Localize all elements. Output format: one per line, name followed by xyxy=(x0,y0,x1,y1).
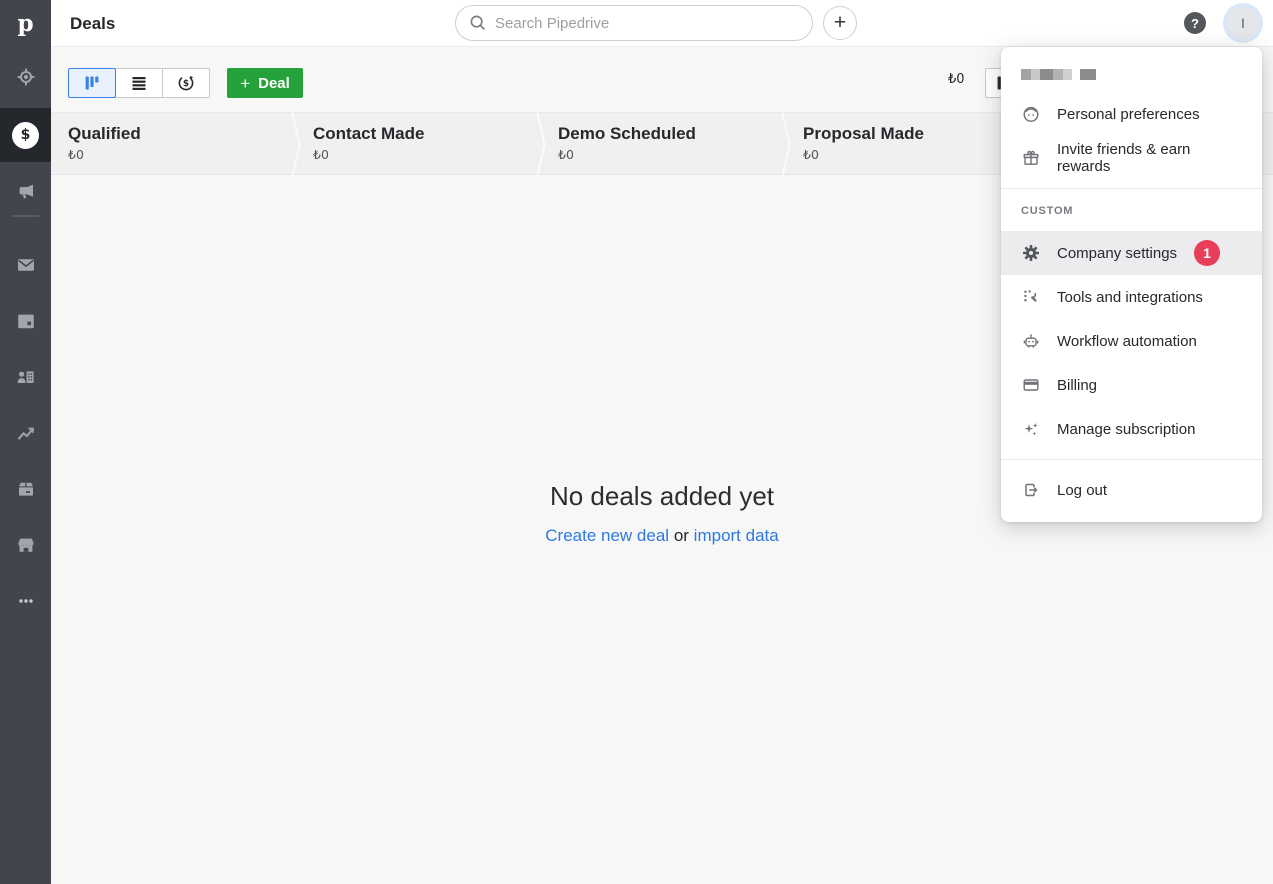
pipeline-summary-value: ₺0 xyxy=(948,72,965,87)
credit-card-icon xyxy=(1021,375,1041,395)
pipedrive-logo[interactable]: p xyxy=(0,0,51,47)
search-icon xyxy=(469,14,487,32)
stage-label: Qualified xyxy=(68,124,296,144)
megaphone-icon xyxy=(15,180,37,202)
list-view-button[interactable] xyxy=(115,68,163,98)
list-icon xyxy=(131,75,147,91)
menu-item-personal-preferences[interactable]: Personal preferences xyxy=(1001,92,1262,136)
sidebar-divider xyxy=(12,215,39,217)
menu-item-label: Tools and integrations xyxy=(1057,289,1203,306)
forecast-icon: $ xyxy=(177,74,195,92)
sidebar-item-insights[interactable] xyxy=(0,408,51,458)
stage-column-proposal-made: Proposal Made ₺0 xyxy=(786,113,1031,176)
sparkles-icon xyxy=(1021,419,1041,439)
create-new-deal-link[interactable]: Create new deal xyxy=(545,526,669,545)
stage-value: ₺0 xyxy=(313,147,541,162)
stage-value: ₺0 xyxy=(803,147,1031,162)
deals-coin-icon: $ xyxy=(12,122,39,149)
stage-column-qualified: Qualified ₺0 xyxy=(51,113,296,176)
stage-column-demo-scheduled: Demo Scheduled ₺0 xyxy=(541,113,786,176)
menu-item-company-settings[interactable]: Company settings 1 xyxy=(1001,231,1262,275)
menu-item-billing[interactable]: Billing xyxy=(1001,363,1262,407)
redacted-user-name xyxy=(1021,69,1242,80)
gear-icon xyxy=(1021,243,1041,263)
menu-section-label: CUSTOM xyxy=(1021,205,1242,217)
sidebar-item-contacts[interactable] xyxy=(0,352,51,402)
contacts-icon xyxy=(15,366,37,388)
app-sidebar: p $ xyxy=(0,0,51,884)
insights-chart-icon xyxy=(15,422,37,444)
add-deal-label: Deal xyxy=(258,75,290,92)
menu-item-tools-integrations[interactable]: Tools and integrations xyxy=(1001,275,1262,319)
menu-item-label: Company settings xyxy=(1057,245,1177,262)
svg-text:$: $ xyxy=(183,79,189,89)
stage-label: Proposal Made xyxy=(803,124,1031,144)
menu-divider xyxy=(1001,188,1262,189)
sidebar-item-more[interactable] xyxy=(0,576,51,626)
sidebar-item-mail[interactable] xyxy=(0,240,51,290)
mail-icon xyxy=(15,254,37,276)
menu-item-manage-subscription[interactable]: Manage subscription xyxy=(1001,407,1262,451)
kanban-view-button[interactable] xyxy=(68,68,116,98)
global-search[interactable] xyxy=(455,5,813,41)
forecast-view-button[interactable]: $ xyxy=(162,68,210,98)
sidebar-item-products[interactable] xyxy=(0,464,51,514)
marketplace-storefront-icon xyxy=(15,534,37,556)
gift-icon xyxy=(1021,148,1041,168)
face-icon xyxy=(1021,104,1041,124)
sidebar-item-campaigns[interactable] xyxy=(0,166,51,216)
help-button[interactable]: ? xyxy=(1184,12,1206,34)
avatar[interactable]: I xyxy=(1227,7,1259,39)
top-bar: Deals + ? I xyxy=(51,0,1273,47)
annotation-badge: 1 xyxy=(1194,240,1220,266)
sidebar-item-calendar[interactable] xyxy=(0,296,51,346)
menu-item-label: Workflow automation xyxy=(1057,333,1197,350)
account-dropdown-menu: Personal preferences Invite friends & ea… xyxy=(1001,47,1262,522)
stage-value: ₺0 xyxy=(558,147,786,162)
menu-item-label: Invite friends & earn rewards xyxy=(1057,141,1242,175)
import-data-link[interactable]: import data xyxy=(694,526,779,545)
leads-target-icon xyxy=(15,66,37,88)
quick-add-button[interactable]: + xyxy=(823,6,857,40)
calendar-icon xyxy=(15,310,37,332)
page-title: Deals xyxy=(70,0,115,47)
sidebar-item-deals[interactable]: $ xyxy=(0,108,51,162)
menu-item-log-out[interactable]: Log out xyxy=(1001,468,1262,512)
menu-item-label: Manage subscription xyxy=(1057,421,1195,438)
sidebar-item-leads[interactable] xyxy=(0,52,51,102)
kanban-icon xyxy=(84,75,100,91)
sidebar-item-marketplace[interactable] xyxy=(0,520,51,570)
add-deal-button[interactable]: + Deal xyxy=(227,68,303,98)
robot-icon xyxy=(1021,331,1041,351)
stage-label: Contact Made xyxy=(313,124,541,144)
menu-item-label: Billing xyxy=(1057,377,1097,394)
view-toggle-group: $ xyxy=(68,68,210,98)
menu-item-label: Log out xyxy=(1057,482,1107,499)
menu-divider xyxy=(1001,459,1262,460)
plus-icon: + xyxy=(240,75,250,92)
more-ellipsis-icon xyxy=(15,590,37,612)
menu-item-workflow-automation[interactable]: Workflow automation xyxy=(1001,319,1262,363)
stage-value: ₺0 xyxy=(68,147,296,162)
stage-column-contact-made: Contact Made ₺0 xyxy=(296,113,541,176)
stage-label: Demo Scheduled xyxy=(558,124,786,144)
link-separator: or xyxy=(674,526,689,545)
products-box-icon xyxy=(15,478,37,500)
logout-icon xyxy=(1021,480,1041,500)
tools-icon xyxy=(1021,287,1041,307)
search-input[interactable] xyxy=(495,15,812,32)
menu-item-invite-friends[interactable]: Invite friends & earn rewards xyxy=(1001,136,1262,180)
menu-item-label: Personal preferences xyxy=(1057,106,1200,123)
